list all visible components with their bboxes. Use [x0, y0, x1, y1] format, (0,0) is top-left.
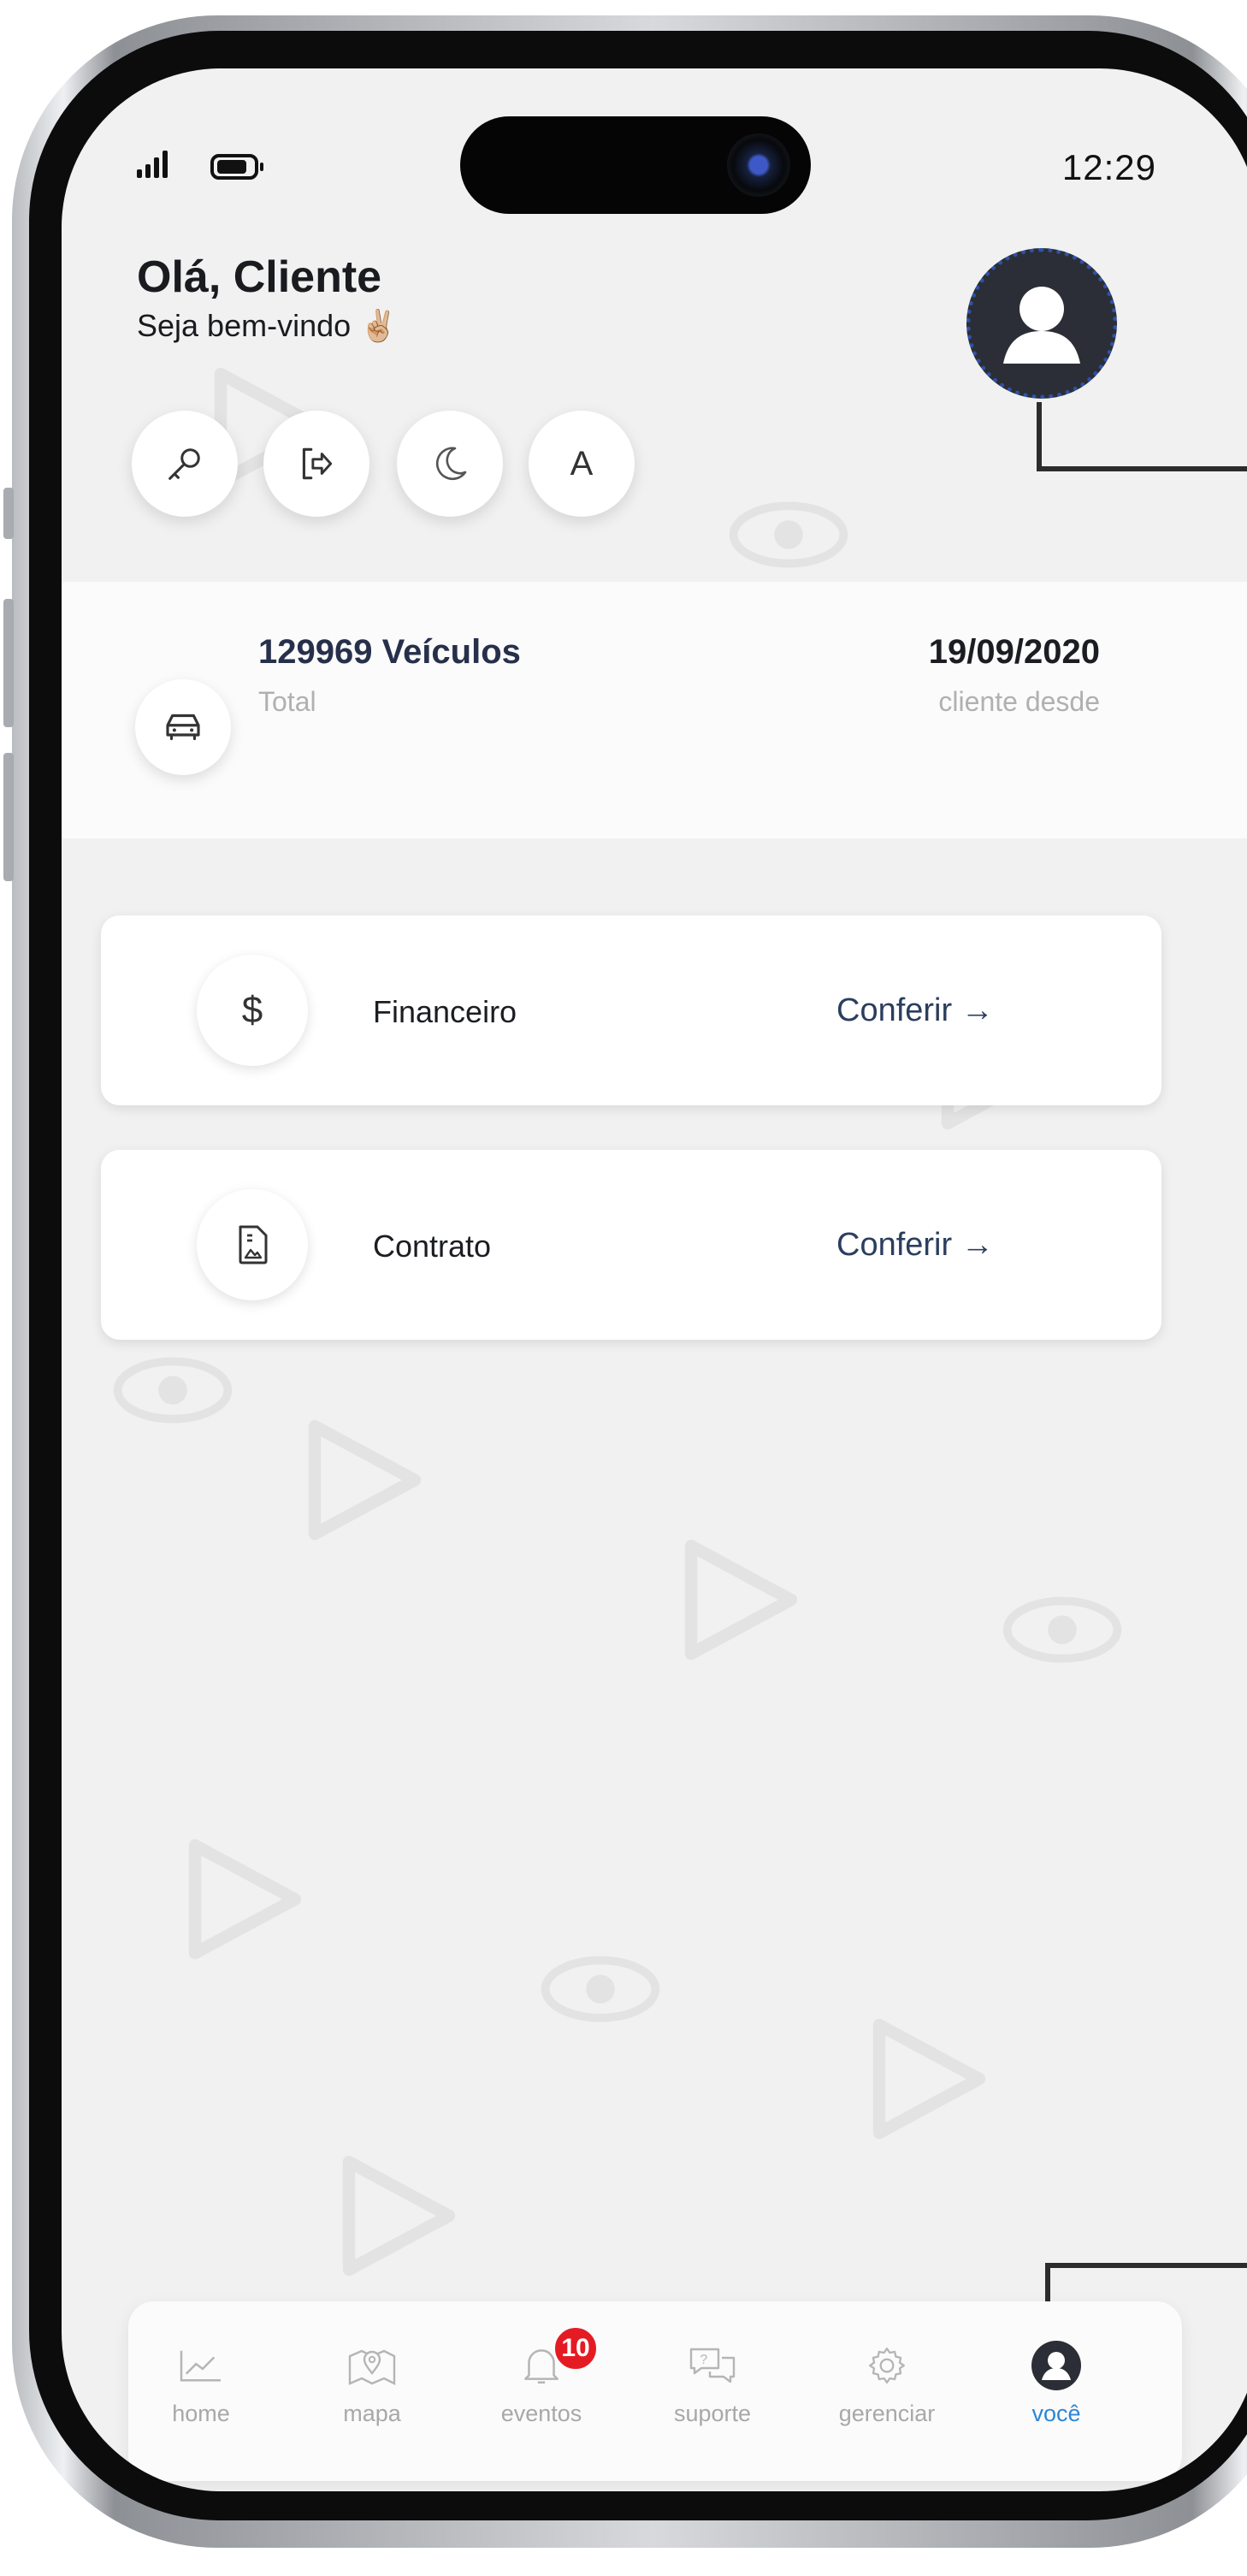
key-button[interactable] — [132, 411, 238, 517]
car-icon — [166, 714, 200, 741]
greeting-subtitle: Seja bem-vindo ✌🏼 — [137, 308, 398, 343]
menu-label-financeiro: Financeiro — [373, 994, 517, 1029]
logout-button[interactable] — [263, 411, 369, 517]
vehicles-label: Total — [258, 686, 316, 717]
map-pin-icon — [348, 2349, 396, 2385]
tab-suporte[interactable]: ? suporte — [640, 2336, 785, 2427]
callout-line — [1037, 402, 1042, 471]
font-size-icon: A — [570, 444, 594, 483]
volume-down-button — [3, 753, 14, 881]
mute-switch — [3, 488, 14, 539]
customer-since-label: cliente desde — [938, 686, 1100, 717]
tab-label: home — [172, 2401, 230, 2426]
dark-mode-button[interactable] — [397, 411, 503, 517]
moon-icon — [435, 447, 467, 481]
tab-label: mapa — [343, 2401, 401, 2426]
contrato-conferir-link[interactable]: Conferir → — [836, 1227, 994, 1264]
chat-icon: ? — [689, 2348, 736, 2384]
menu-icon-circle — [197, 1189, 308, 1300]
user-icon — [982, 264, 1102, 383]
customer-since-date: 19/09/2020 — [928, 633, 1100, 671]
volume-up-button — [3, 599, 14, 727]
gear-icon — [869, 2348, 905, 2384]
menu-icon-circle: $ — [197, 955, 308, 1066]
document-icon — [239, 1225, 268, 1264]
notification-badge: 10 — [553, 2325, 599, 2372]
user-icon — [1031, 2341, 1081, 2390]
tab-voce[interactable]: você — [984, 2336, 1129, 2427]
callout-line — [1037, 466, 1247, 471]
bottom-tab-bar: home mapa 10 eventos ? suporte gerenciar… — [128, 2301, 1182, 2481]
tab-label: você — [1031, 2401, 1081, 2426]
tab-gerenciar[interactable]: gerenciar — [814, 2336, 960, 2427]
tab-home[interactable]: home — [128, 2336, 274, 2427]
menu-label-contrato: Contrato — [373, 1229, 492, 1264]
profile-avatar[interactable] — [966, 248, 1117, 399]
financeiro-conferir-link[interactable]: Conferir → — [836, 992, 994, 1029]
status-time: 12:29 — [1061, 147, 1156, 187]
tab-mapa[interactable]: mapa — [299, 2336, 445, 2427]
font-size-button[interactable]: A — [529, 411, 635, 517]
dollar-icon: $ — [241, 989, 263, 1031]
svg-text:?: ? — [700, 2353, 707, 2367]
vehicles-icon-circle — [135, 679, 231, 775]
tab-label: eventos — [500, 2401, 582, 2426]
key-icon — [168, 448, 200, 480]
tab-label: suporte — [673, 2401, 752, 2426]
chart-line-icon — [180, 2350, 221, 2382]
greeting-title: Olá, Cliente — [137, 252, 382, 302]
app-screen: 12:29 Olá, Cliente Seja bem-vindo ✌🏼 A 1… — [62, 68, 1247, 2491]
callout-line — [1045, 2263, 1247, 2268]
tab-label: gerenciar — [838, 2401, 936, 2426]
front-camera — [727, 133, 790, 197]
tab-eventos[interactable]: 10 eventos — [469, 2325, 614, 2427]
battery-icon — [210, 154, 263, 180]
logout-icon — [302, 447, 333, 480]
vehicles-count: 129969 Veículos — [258, 633, 521, 671]
